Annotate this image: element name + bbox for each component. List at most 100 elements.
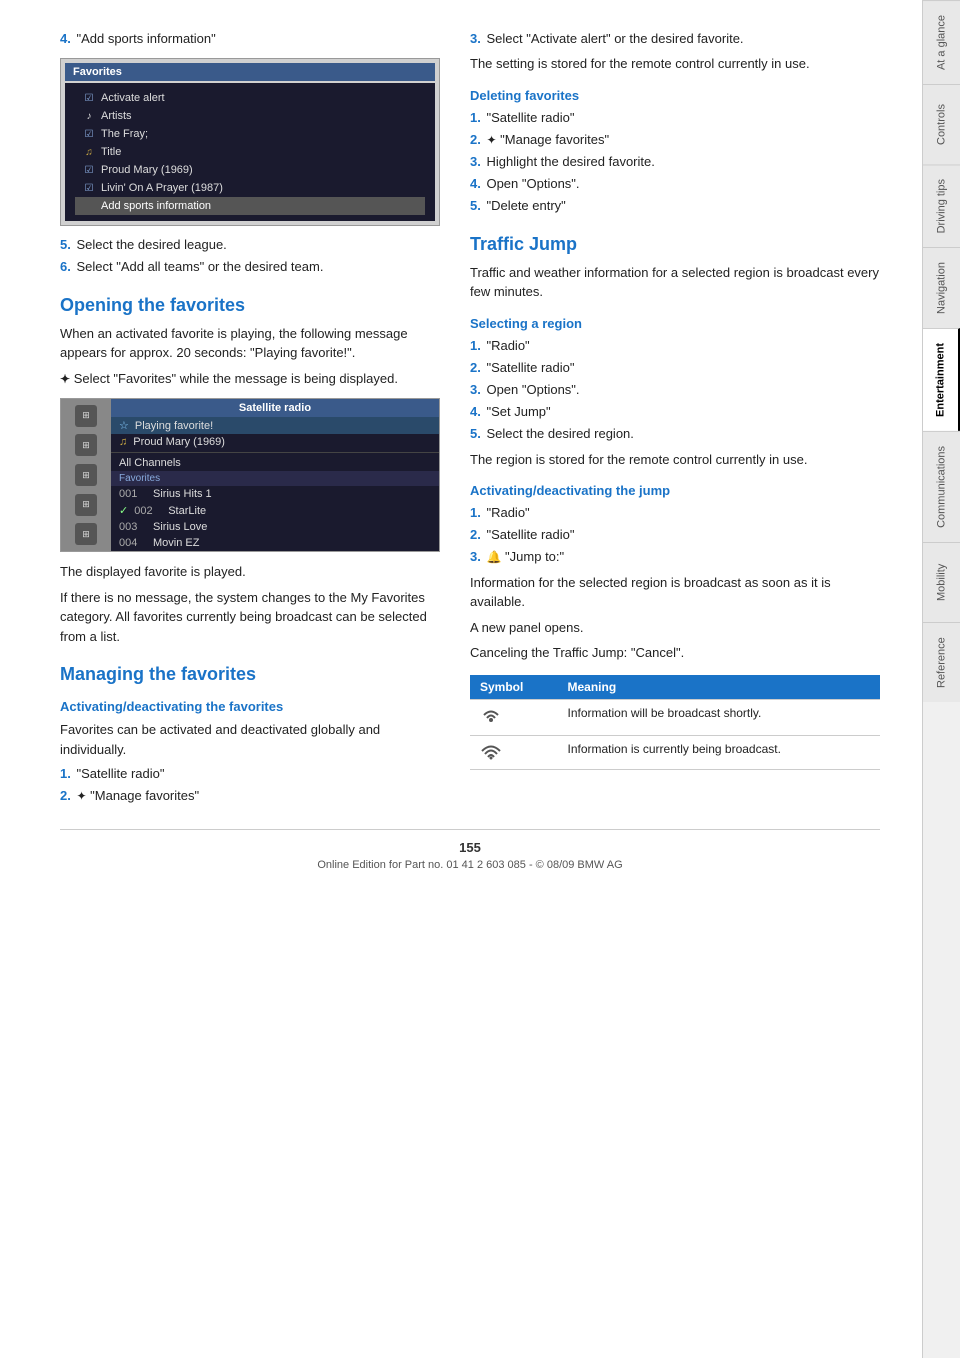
section-opening-favorites-title: Opening the favorites xyxy=(60,295,440,316)
screenshot1-inner: ☑ Activate alert ♪ Artists ☑ The Fray; xyxy=(65,83,435,221)
step-d1-text: "Satellite radio" xyxy=(486,110,574,125)
step-r1-text: "Radio" xyxy=(486,338,529,353)
tab-navigation[interactable]: Navigation xyxy=(923,247,960,328)
step-j1-text: "Radio" xyxy=(486,505,529,520)
footer-text: Online Edition for Part no. 01 41 2 603 … xyxy=(317,859,622,871)
step-5-text: Select the desired league. xyxy=(76,237,226,252)
sat-ch003-row: 003 Sirius Love xyxy=(111,519,439,535)
step-r2-num: 2. xyxy=(470,360,481,375)
step-6-text: Select "Add all teams" or the desired te… xyxy=(76,259,323,274)
tab-at-a-glance[interactable]: At a glance xyxy=(923,0,960,84)
symbol-col-header: Symbol xyxy=(470,675,558,700)
sat-allchannels-row: All Channels xyxy=(111,452,439,471)
sat-ch003-text: Sirius Love xyxy=(153,521,207,533)
thefray-text: The Fray; xyxy=(101,128,148,140)
region-note: The region is stored for the remote cont… xyxy=(470,450,880,470)
step-r3-num: 3. xyxy=(470,382,481,397)
left-column: 4. "Add sports information" Favorites ☑ … xyxy=(60,30,440,809)
artists-text: Artists xyxy=(101,110,132,122)
step-d4-text: Open "Options". xyxy=(486,176,579,191)
step-d2-text: "Manage favorites" xyxy=(500,132,609,147)
step-d5-num: 5. xyxy=(470,198,481,213)
artists-icon: ♪ xyxy=(83,111,95,122)
proudmary-text: Proud Mary (1969) xyxy=(101,164,193,176)
subsection-jump-title: Activating/deactivating the jump xyxy=(470,483,880,498)
step-d2: 2. ✦ "Manage favorites" xyxy=(470,131,880,149)
step-d2-num: 2. xyxy=(470,132,481,147)
step-m2: 2. ✦ "Manage favorites" xyxy=(60,787,440,805)
sat-ch001-num: 001 xyxy=(119,488,147,500)
title-text: Title xyxy=(101,146,121,158)
sat-music-icon: ♫ xyxy=(119,436,127,448)
sat-icon-2: ⊞ xyxy=(75,434,97,456)
sat-playing-row: ☆ Playing favorite! xyxy=(111,417,439,434)
subsection-deleting-title: Deleting favorites xyxy=(470,88,880,103)
step-r2: 2. "Satellite radio" xyxy=(470,359,880,377)
sat-ch003-num: 003 xyxy=(119,521,147,533)
step-6-num: 6. xyxy=(60,259,71,274)
right-step-3-num: 3. xyxy=(470,31,481,46)
step-r4-text: "Set Jump" xyxy=(486,404,550,419)
step-d4-num: 4. xyxy=(470,176,481,191)
screenshot1-row-4: ♫ Title xyxy=(75,143,425,161)
table-row-2: Information is currently being broadcast… xyxy=(470,735,880,769)
step-d1: 1. "Satellite radio" xyxy=(470,109,880,127)
screenshot1-row-2: ♪ Artists xyxy=(75,107,425,125)
opening-favorites-para2: ✦ Select "Favorites" while the message i… xyxy=(60,369,440,389)
sat-icon-4: ⊞ xyxy=(75,494,97,516)
page-number: 155 xyxy=(60,840,880,855)
meaning-2: Information is currently being broadcast… xyxy=(558,735,881,769)
note-no-message: If there is no message, the system chang… xyxy=(60,588,440,647)
step-d1-num: 1. xyxy=(470,110,481,125)
page-footer: 155 Online Edition for Part no. 01 41 2 … xyxy=(60,829,880,871)
sat-ch001-row: 001 Sirius Hits 1 xyxy=(111,486,439,502)
sat-header-title: Satellite radio xyxy=(111,399,439,417)
step-d5: 5. "Delete entry" xyxy=(470,197,880,215)
broadcast-now-svg xyxy=(480,742,502,760)
sat-playing-text: Playing favorite! xyxy=(135,420,213,432)
tab-controls[interactable]: Controls xyxy=(923,84,960,164)
tab-reference[interactable]: Reference xyxy=(923,622,960,702)
screenshot1-row-3: ☑ The Fray; xyxy=(75,125,425,143)
step-d4: 4. Open "Options". xyxy=(470,175,880,193)
step-r4-num: 4. xyxy=(470,404,481,419)
tab-mobility[interactable]: Mobility xyxy=(923,542,960,622)
note-displayed-played: The displayed favorite is played. xyxy=(60,562,440,582)
screenshot1-row-6: ☑ Livin' On A Prayer (1987) xyxy=(75,179,425,197)
title-icon: ♫ xyxy=(83,147,95,158)
sat-ch001-text: Sirius Hits 1 xyxy=(153,488,212,500)
step-d3-num: 3. xyxy=(470,154,481,169)
screenshot1-row-1: ☑ Activate alert xyxy=(75,89,425,107)
opening-favorites-para2-text: Select "Favorites" while the message is … xyxy=(74,371,398,386)
proudmary-icon: ☑ xyxy=(83,165,95,176)
step-j2-num: 2. xyxy=(470,527,481,542)
section-managing-favorites-title: Managing the favorites xyxy=(60,664,440,685)
sat-allchannels-text: All Channels xyxy=(119,457,181,469)
right-column: 3. Select "Activate alert" or the desire… xyxy=(470,30,880,809)
step-r3: 3. Open "Options". xyxy=(470,381,880,399)
sat-icon-1: ⊞ xyxy=(75,405,97,427)
activating-favorites-para: Favorites can be activated and deactivat… xyxy=(60,720,440,759)
steps-selecting-region: 1. "Radio" 2. "Satellite radio" 3. Open … xyxy=(470,337,880,444)
opening-favorites-para1: When an activated favorite is playing, t… xyxy=(60,324,440,363)
sat-icon-3: ⊞ xyxy=(75,464,97,486)
del-star-icon: ✦ xyxy=(486,132,496,149)
step-d3: 3. Highlight the desired favorite. xyxy=(470,153,880,171)
sat-favorites-label: Favorites xyxy=(111,471,439,486)
tab-driving-tips[interactable]: Driving tips xyxy=(923,164,960,247)
step-r5-num: 5. xyxy=(470,426,481,441)
step-r1-num: 1. xyxy=(470,338,481,353)
tab-entertainment[interactable]: Entertainment xyxy=(923,328,960,431)
sat-proudmary-row: ♫ Proud Mary (1969) xyxy=(111,434,439,450)
traffic-jump-para: Traffic and weather information for a se… xyxy=(470,263,880,302)
step-r4: 4. "Set Jump" xyxy=(470,403,880,421)
satellite-radio-screenshot: ⊞ ⊞ ⊞ ⊞ ⊞ Satellite radio ☆ Playing favo… xyxy=(60,398,440,552)
steps-deleting: 1. "Satellite radio" 2. ✦ "Manage favori… xyxy=(470,109,880,216)
steps-jump: 1. "Radio" 2. "Satellite radio" 3. 🔔 "Ju… xyxy=(470,504,880,567)
sat-ch002-row: ✓ 002 StarLite xyxy=(111,502,439,519)
tab-communications[interactable]: Communications xyxy=(923,431,960,542)
step-6: 6. Select "Add all teams" or the desired… xyxy=(60,258,440,276)
activate-alert-text: Activate alert xyxy=(101,92,165,104)
sat-proudmary-text: Proud Mary (1969) xyxy=(133,436,225,448)
section-traffic-jump-title: Traffic Jump xyxy=(470,234,880,255)
